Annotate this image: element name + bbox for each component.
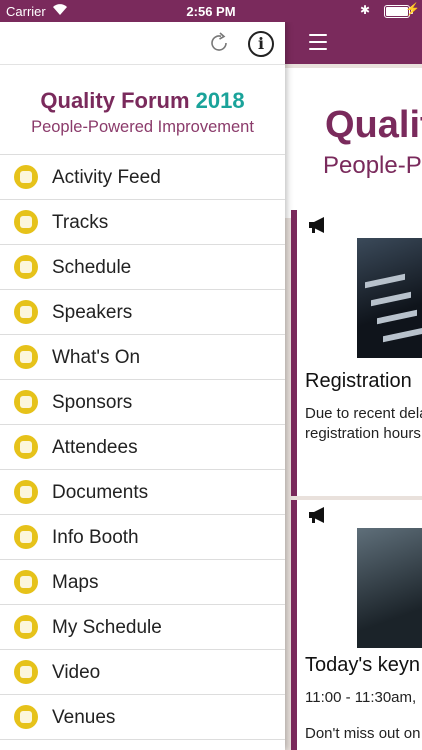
event-banner: Qualit People-P (285, 68, 422, 218)
side-drawer: i Quality Forum 2018 People-Powered Impr… (0, 22, 285, 750)
bluetooth-icon: ✱ (359, 3, 370, 17)
logo-title: Quality Forum 2018 (0, 88, 285, 114)
menu-item-sponsors[interactable]: Sponsors (0, 380, 285, 425)
menu-item-attendees[interactable]: Attendees (0, 425, 285, 470)
drawer-toolbar: i (0, 22, 285, 65)
menu-item-label: Video (52, 662, 101, 683)
menu-item-venues[interactable]: Venues (0, 695, 285, 740)
menu-item-label: Tracks (52, 212, 109, 233)
feed-card-text: 11:00 - 11:30am, (305, 689, 417, 706)
feed-card-image (357, 238, 422, 358)
menu-item-documents[interactable]: Documents (0, 470, 285, 515)
refresh-icon[interactable] (208, 32, 230, 54)
menu-item-my-schedule[interactable]: My Schedule (0, 605, 285, 650)
feed-card-heading: Registration (305, 370, 412, 392)
banner-title: Qualit (325, 104, 422, 146)
main-content: Qualit People-P Registration Due to rece… (285, 22, 422, 750)
feed-card-text-line: registration hours (305, 425, 421, 442)
logo-title-text: Quality Forum (40, 88, 190, 113)
feed-card-text-line: Due to recent dela (305, 405, 422, 422)
video-camera-icon (14, 660, 38, 684)
bookmark-icon (14, 615, 38, 639)
main-navbar (285, 22, 422, 64)
feed-card[interactable]: Today's keyn 11:00 - 11:30am, Don't miss… (291, 500, 422, 750)
logo-subtitle: People-Powered Improvement (31, 118, 254, 136)
clock-label: 2:56 PM (186, 4, 236, 19)
calendar-icon (14, 255, 38, 279)
menu-item-label: Documents (52, 482, 149, 503)
menu-item-speakers[interactable]: Speakers (0, 290, 285, 335)
menu-item-activity-feed[interactable]: Activity Feed (0, 155, 285, 200)
menu-item-info-booth[interactable]: Info Booth (0, 515, 285, 560)
menu-item-tracks[interactable]: Tracks (0, 200, 285, 245)
menu-item-video[interactable]: Video (0, 650, 285, 695)
clock-icon (14, 345, 38, 369)
location-pin-icon (14, 705, 38, 729)
chat-bubble-icon (14, 165, 38, 189)
document-icon (14, 480, 38, 504)
microphone-icon (14, 300, 38, 324)
feed-card-image (357, 528, 422, 648)
menu-item-label: Speakers (52, 302, 133, 323)
banner-subtitle: People-P (323, 152, 422, 179)
megaphone-icon (309, 217, 324, 233)
menu-item-label: Sponsors (52, 392, 133, 413)
info-booth-icon (14, 525, 38, 549)
menu-item-label: What's On (52, 347, 141, 368)
feed-card-text: Don't miss out on (305, 725, 421, 742)
menu-item-label: Maps (52, 572, 99, 593)
menu-item-label: My Schedule (52, 617, 162, 638)
person-icon (14, 435, 38, 459)
map-icon (14, 570, 38, 594)
feed-card[interactable]: Registration Due to recent dela registra… (291, 210, 422, 496)
info-icon[interactable]: i (248, 31, 274, 57)
menu-item-label: Activity Feed (52, 167, 161, 188)
menu-item-label: Venues (52, 707, 116, 728)
list-icon (14, 210, 38, 234)
status-bar: Carrier 2:56 PM ✱ ⚡ (0, 0, 422, 22)
feed-card-heading: Today's keyn (305, 654, 420, 676)
charging-icon: ⚡ (405, 2, 420, 16)
drawer-menu: Activity Feed Tracks Schedule Speakers What'… (0, 154, 285, 740)
event-logo: Quality Forum 2018 People-Powered Improv… (0, 88, 285, 137)
feed-card-text: Due to recent dela registration hours (305, 404, 422, 444)
menu-item-label: Attendees (52, 437, 138, 458)
menu-item-schedule[interactable]: Schedule (0, 245, 285, 290)
menu-item-label: Schedule (52, 257, 132, 278)
menu-item-label: Info Booth (52, 527, 139, 548)
handshake-icon (14, 390, 38, 414)
hamburger-menu-icon[interactable] (309, 34, 327, 50)
megaphone-icon (309, 507, 324, 523)
menu-item-maps[interactable]: Maps (0, 560, 285, 605)
menu-item-what-s-on[interactable]: What's On (0, 335, 285, 380)
logo-year: 2018 (195, 88, 245, 113)
